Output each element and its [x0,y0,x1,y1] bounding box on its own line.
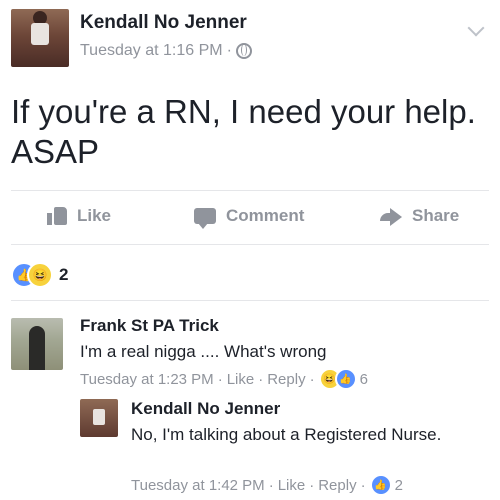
post-timestamp[interactable]: Tuesday at 1:16 PM [80,42,223,60]
post-text: If you're a RN, I need your help. ASAP [11,93,476,170]
comment-author[interactable]: Frank St PA Trick [80,316,219,336]
comment-button[interactable]: Comment [194,206,305,229]
comment-reactions[interactable]: 😆 👍 6 [318,368,368,390]
thumbs-up-icon [47,207,67,225]
post-meta: Tuesday at 1:16 PM · [80,42,252,60]
comment-reply-link[interactable]: Reply [267,371,305,388]
divider [11,300,489,301]
commenter-avatar[interactable] [11,318,63,370]
reply-meta: Tuesday at 1:42 PM · Like · Reply · 👍 2 [131,474,403,496]
comment-like-link[interactable]: Like [227,371,255,388]
like-label: Like [77,206,112,225]
reaction-count: 2 [59,265,69,284]
reply-text: No, I'm talking about a Registered Nurse… [131,425,442,444]
comment-icon [194,208,216,229]
divider [11,190,489,191]
like-icon: 👍 [334,368,357,390]
divider [11,244,489,245]
comment-meta: Tuesday at 1:23 PM · Like · Reply · 😆 👍 … [80,368,368,390]
reply-timestamp[interactable]: Tuesday at 1:42 PM [131,477,265,494]
meta-separator: · [226,42,232,59]
comment-reaction-count: 6 [359,370,368,388]
haha-icon: 😆 [27,262,53,288]
like-button[interactable]: Like [47,206,111,226]
reactions-summary[interactable]: 👍 😆 2 [11,262,68,288]
comment-label: Comment [226,206,305,225]
share-icon [380,208,402,226]
reply-author-avatar[interactable] [80,399,118,437]
post-author-name[interactable]: Kendall No Jenner [80,12,247,34]
comment-text: I'm a real nigga .... What's wrong [80,342,327,361]
globe-icon [235,43,252,59]
reply-reply-link[interactable]: Reply [318,477,356,494]
reply-like-link[interactable]: Like [278,477,306,494]
chevron-down-icon[interactable] [467,19,485,37]
comment-timestamp[interactable]: Tuesday at 1:23 PM [80,371,214,388]
reply-reactions[interactable]: 👍 2 [369,474,403,496]
share-label: Share [412,206,460,225]
reply-reaction-count: 2 [394,476,403,494]
share-button[interactable]: Share [380,206,459,226]
like-icon: 👍 [369,474,392,496]
reply-author[interactable]: Kendall No Jenner [131,399,280,419]
author-avatar[interactable] [11,9,69,67]
